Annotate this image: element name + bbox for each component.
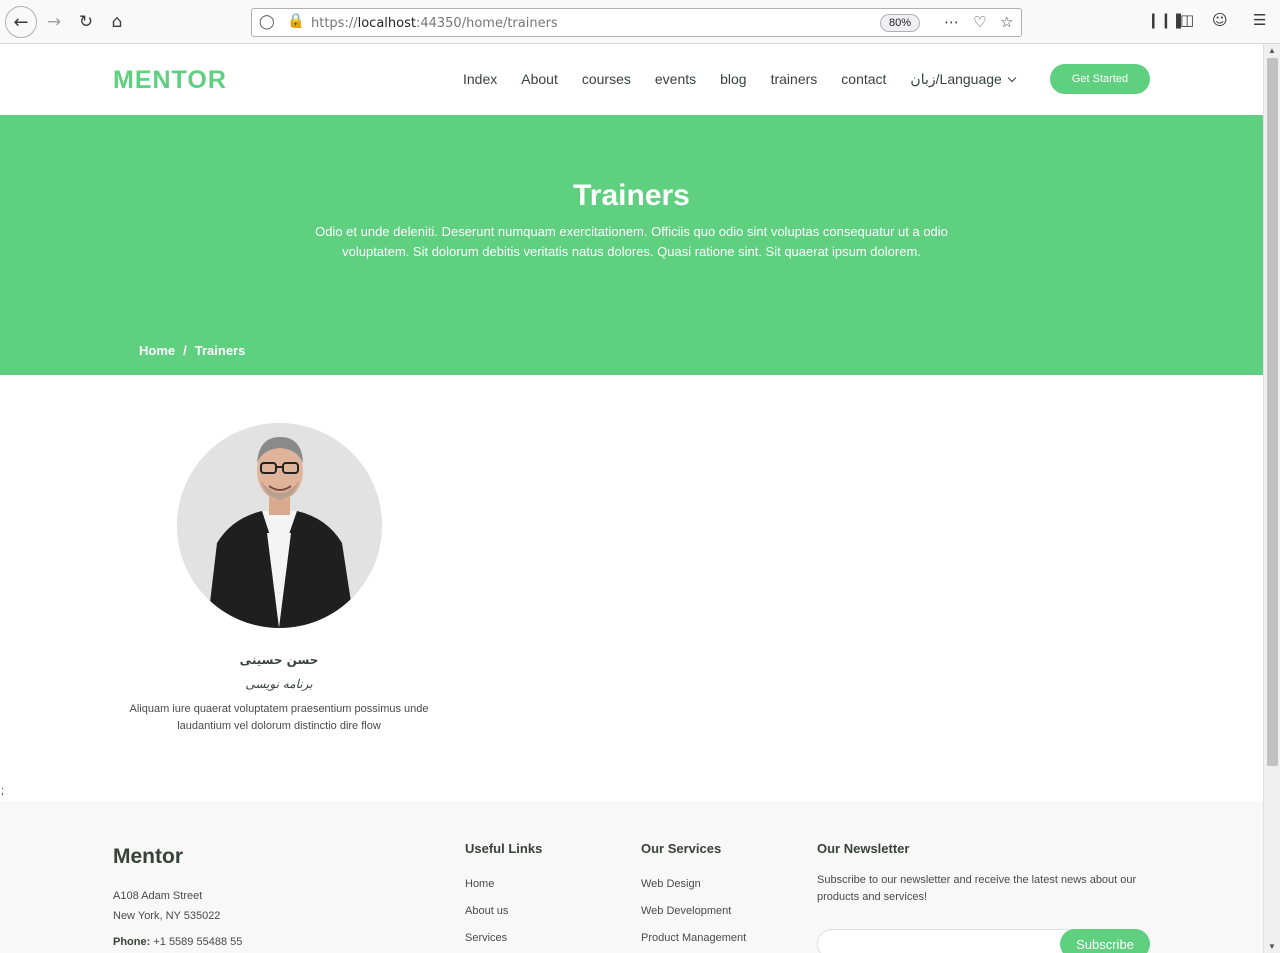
trainer-description: Aliquam iure quaerat voluptatem praesent… — [129, 703, 429, 732]
service-link-web-development[interactable]: Web Development — [641, 898, 746, 925]
trainer-role: برنامه نویسی — [245, 677, 313, 691]
breadcrumb-home[interactable]: Home — [139, 343, 175, 358]
account-icon[interactable]: ☺ — [1212, 11, 1228, 29]
footer-phone: Phone: +1 5589 55488 55 — [113, 936, 242, 948]
forward-arrow-icon[interactable]: → — [40, 8, 68, 36]
scroll-down-arrow-icon[interactable]: ▼ — [1268, 942, 1276, 951]
scrollbar-thumb[interactable] — [1267, 58, 1278, 766]
subscribe-button[interactable]: Subscribe — [1060, 929, 1150, 953]
services-list: Web Design Web Development Product Manag… — [641, 871, 746, 952]
menu-hamburger-icon[interactable]: ☰ — [1253, 11, 1266, 29]
footer-link-services[interactable]: Services — [465, 925, 508, 952]
breadcrumb-separator: / — [183, 343, 187, 358]
page-title: Trainers — [573, 179, 690, 212]
vertical-scrollbar[interactable]: ▲ ▼ — [1263, 44, 1280, 953]
bookmark-star-icon[interactable]: ☆ — [1000, 13, 1013, 31]
pocket-icon[interactable]: ♡ — [973, 13, 986, 31]
insecure-lock-icon[interactable]: 🔒 — [287, 13, 304, 29]
newsletter-text: Subscribe to our newsletter and receive … — [817, 874, 1137, 903]
services-title: Our Services — [641, 841, 722, 856]
service-link-product-management[interactable]: Product Management — [641, 925, 746, 952]
get-started-button[interactable]: Get Started — [1050, 64, 1150, 94]
main-nav: Index About courses events blog trainers… — [463, 71, 1039, 88]
page-subtitle: Odio et unde deleniti. Deserunt numquam … — [315, 224, 948, 259]
trainer-portrait-image — [177, 423, 382, 628]
browser-toolbar: ← → ↻ ⌂ ◯ 🔒 https://localhost:44350/home… — [0, 0, 1280, 44]
site-header: MENTOR Index About courses events blog t… — [0, 44, 1263, 115]
service-link-web-design[interactable]: Web Design — [641, 871, 746, 898]
nav-events[interactable]: events — [655, 71, 696, 88]
footer-link-about[interactable]: About us — [465, 898, 508, 925]
zoom-level-badge[interactable]: 80% — [880, 14, 920, 32]
useful-links-title: Useful Links — [465, 841, 543, 856]
nav-contact[interactable]: contact — [841, 71, 886, 88]
trainer-name: حسن حسینی — [239, 653, 319, 667]
tracking-shield-icon[interactable]: ◯ — [259, 14, 275, 30]
reload-icon[interactable]: ↻ — [72, 8, 100, 36]
page-actions-icon[interactable]: ⋯ — [944, 13, 959, 31]
nav-about[interactable]: About — [521, 71, 558, 88]
nav-index[interactable]: Index — [463, 71, 497, 88]
footer-brand: Mentor — [113, 845, 183, 868]
nav-language-dropdown[interactable]: زبان/Language — [910, 71, 1017, 88]
site-footer: Mentor A108 Adam Street New York, NY 535… — [0, 801, 1263, 953]
newsletter-title: Our Newsletter — [817, 841, 910, 856]
back-arrow-icon[interactable]: ← — [5, 6, 37, 38]
language-label: زبان/Language — [910, 71, 1002, 87]
page-hero: Trainers Odio et unde deleniti. Deserunt… — [0, 115, 1263, 375]
home-icon[interactable]: ⌂ — [103, 8, 131, 36]
footer-address: A108 Adam Street New York, NY 535022 — [113, 886, 220, 926]
scroll-up-arrow-icon[interactable]: ▲ — [1268, 46, 1276, 55]
phone-value: +1 5589 55488 55 — [153, 936, 243, 948]
url-text[interactable]: https://localhost:44350/home/trainers — [311, 16, 558, 31]
nav-courses[interactable]: courses — [582, 71, 631, 88]
breadcrumb: Home / Trainers — [139, 343, 245, 358]
stray-text: ; — [1, 785, 5, 797]
chevron-down-icon — [1007, 73, 1017, 83]
trainer-photo — [177, 423, 382, 628]
address-line-1: A108 Adam Street — [113, 890, 203, 902]
site-logo[interactable]: MENTOR — [113, 66, 227, 95]
nav-trainers[interactable]: trainers — [771, 71, 818, 88]
useful-links-list: Home About us Services — [465, 871, 508, 952]
phone-label: Phone: — [113, 936, 151, 948]
sidebar-icon[interactable]: ◫ — [1180, 11, 1194, 29]
footer-link-home[interactable]: Home — [465, 871, 508, 898]
breadcrumb-current: Trainers — [194, 343, 246, 358]
address-bar[interactable]: ◯ 🔒 https://localhost:44350/home/trainer… — [251, 8, 1022, 37]
address-line-2: New York, NY 535022 — [113, 910, 221, 922]
nav-blog[interactable]: blog — [720, 71, 746, 88]
